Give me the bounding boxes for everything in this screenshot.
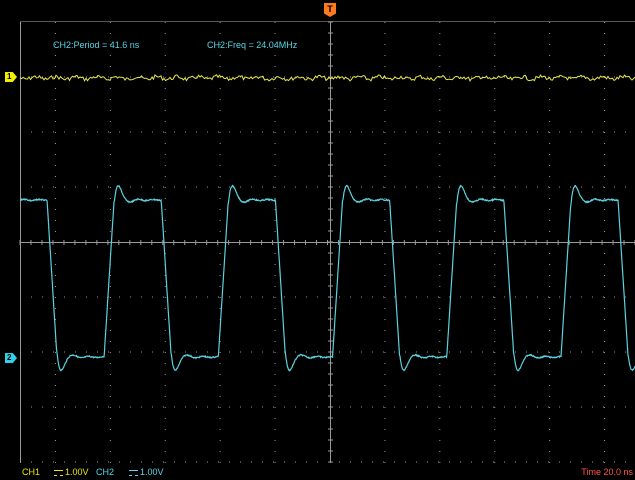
ch2-scale[interactable]: 1.00V — [128, 467, 164, 477]
period-measurement: CH2:Period = 41.6 ns — [53, 40, 140, 50]
dc-coupling-icon — [54, 469, 63, 476]
ch2-scale-value: 1.00V — [140, 467, 164, 477]
waveform-screen — [19, 21, 635, 463]
ch1-scale-value: 1.00V — [65, 467, 89, 477]
ch1-label: CH1 — [22, 467, 41, 477]
status-bar: CH1 1.00V CH2 1.00V Time 20.0 ns — [0, 463, 635, 480]
ch1-waveform — [19, 74, 635, 82]
graticule-grid — [19, 21, 635, 463]
frequency-measurement: CH2:Freq = 24.04MHz — [207, 40, 298, 50]
ch2-label: CH2 — [96, 467, 115, 477]
ch1-scale[interactable]: 1.00V — [53, 467, 89, 477]
oscilloscope-display: T 1 2 CH2:Period = 41.6 ns CH2:Freq = 24… — [0, 0, 635, 480]
dc-coupling-icon — [129, 469, 138, 476]
ch2-waveform — [19, 184, 635, 372]
time-base[interactable]: Time 20.0 ns — [581, 467, 633, 477]
